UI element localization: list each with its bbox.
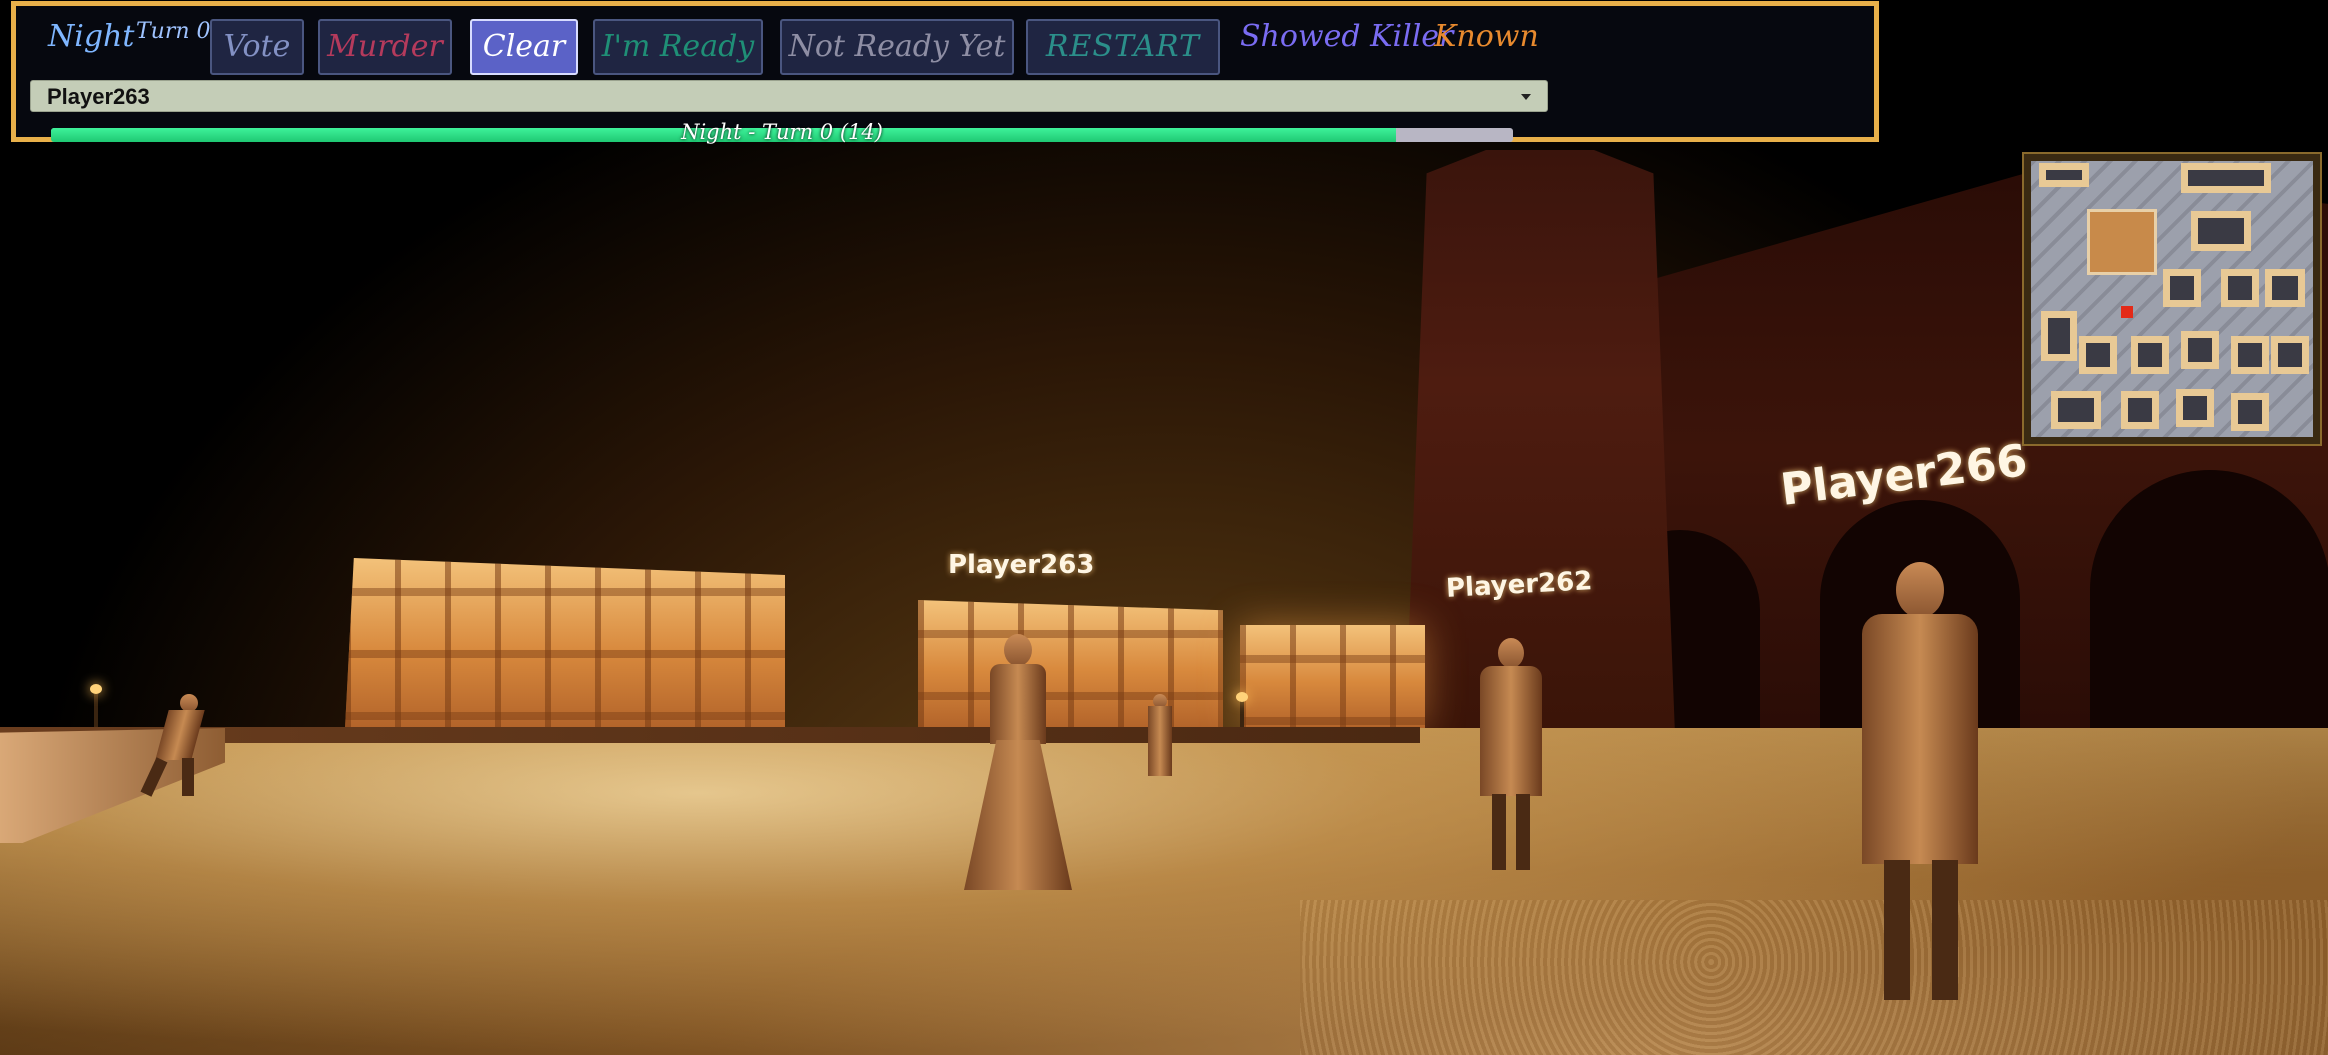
minimap-player-marker: [2121, 306, 2133, 318]
map-building: [2079, 336, 2117, 374]
arcade-arch: [2090, 470, 2328, 730]
map-building: [2163, 269, 2201, 307]
game-viewport[interactable]: Player263 Player262 Player266 Night Turn…: [0, 0, 2328, 1055]
map-building: [2131, 336, 2169, 374]
showed-killer-status: Showed Killer: [1240, 19, 1454, 54]
game-hud-panel: Night Turn 0 Vote Murder Clear I'm Ready…: [11, 1, 1879, 144]
map-building: [2231, 336, 2269, 374]
character-body: [1148, 706, 1172, 776]
character-leg: [1884, 860, 1910, 1000]
character-head: [1004, 634, 1032, 666]
palazzo-building-right: [1240, 625, 1425, 728]
chevron-down-icon: [1521, 94, 1531, 100]
map-building: [2231, 393, 2269, 431]
map-building: [2265, 269, 2305, 307]
map-building: [2039, 163, 2089, 187]
ready-button[interactable]: I'm Ready: [593, 19, 763, 75]
clear-button[interactable]: Clear: [470, 19, 578, 75]
not-ready-button[interactable]: Not Ready Yet: [780, 19, 1014, 75]
player-character-262[interactable]: [1466, 636, 1556, 876]
character-leg: [1932, 860, 1958, 1000]
restart-button[interactable]: RESTART: [1026, 19, 1220, 75]
ground-texture: [1300, 900, 2328, 1055]
map-building: [2221, 269, 2259, 307]
name-tag-player263: Player263: [948, 550, 1095, 580]
map-building: [2271, 336, 2309, 374]
map-building: [2051, 391, 2101, 429]
player-select-dropdown[interactable]: Player263: [30, 80, 1548, 112]
character-leg: [140, 757, 168, 797]
character-dress: [964, 740, 1072, 890]
character-head: [1498, 638, 1524, 668]
turn-progress-fill: [51, 128, 1397, 142]
player-character-266[interactable]: [1840, 560, 2000, 1010]
character-coat: [1480, 666, 1542, 796]
phase-label: Night: [48, 19, 135, 54]
minimap[interactable]: [2022, 152, 2322, 446]
character-leg: [182, 758, 194, 796]
character-body: [990, 664, 1046, 744]
map-plaza: [2087, 209, 2157, 275]
npc-distant[interactable]: [1140, 690, 1180, 780]
vote-button[interactable]: Vote: [210, 19, 304, 75]
known-status: Known: [1434, 19, 1539, 54]
character-body: [155, 710, 205, 760]
palazzo-building-left: [345, 558, 785, 728]
map-building: [2191, 211, 2251, 251]
map-building: [2181, 331, 2219, 369]
turn-label: Turn 0: [136, 19, 211, 44]
character-leg: [1492, 794, 1506, 870]
map-building: [2041, 311, 2077, 361]
turn-progress-bar: [51, 128, 1513, 142]
murder-button[interactable]: Murder: [318, 19, 452, 75]
map-building: [2181, 163, 2271, 193]
npc-crouching[interactable]: [138, 690, 208, 800]
map-building: [2176, 389, 2214, 427]
character-head: [1896, 562, 1944, 618]
character-leg: [1516, 794, 1530, 870]
player-character-263[interactable]: [960, 630, 1080, 900]
street-lamp: [90, 684, 102, 730]
map-building: [2121, 391, 2159, 429]
character-coat: [1862, 614, 1978, 864]
player-select-value: Player263: [47, 84, 150, 109]
